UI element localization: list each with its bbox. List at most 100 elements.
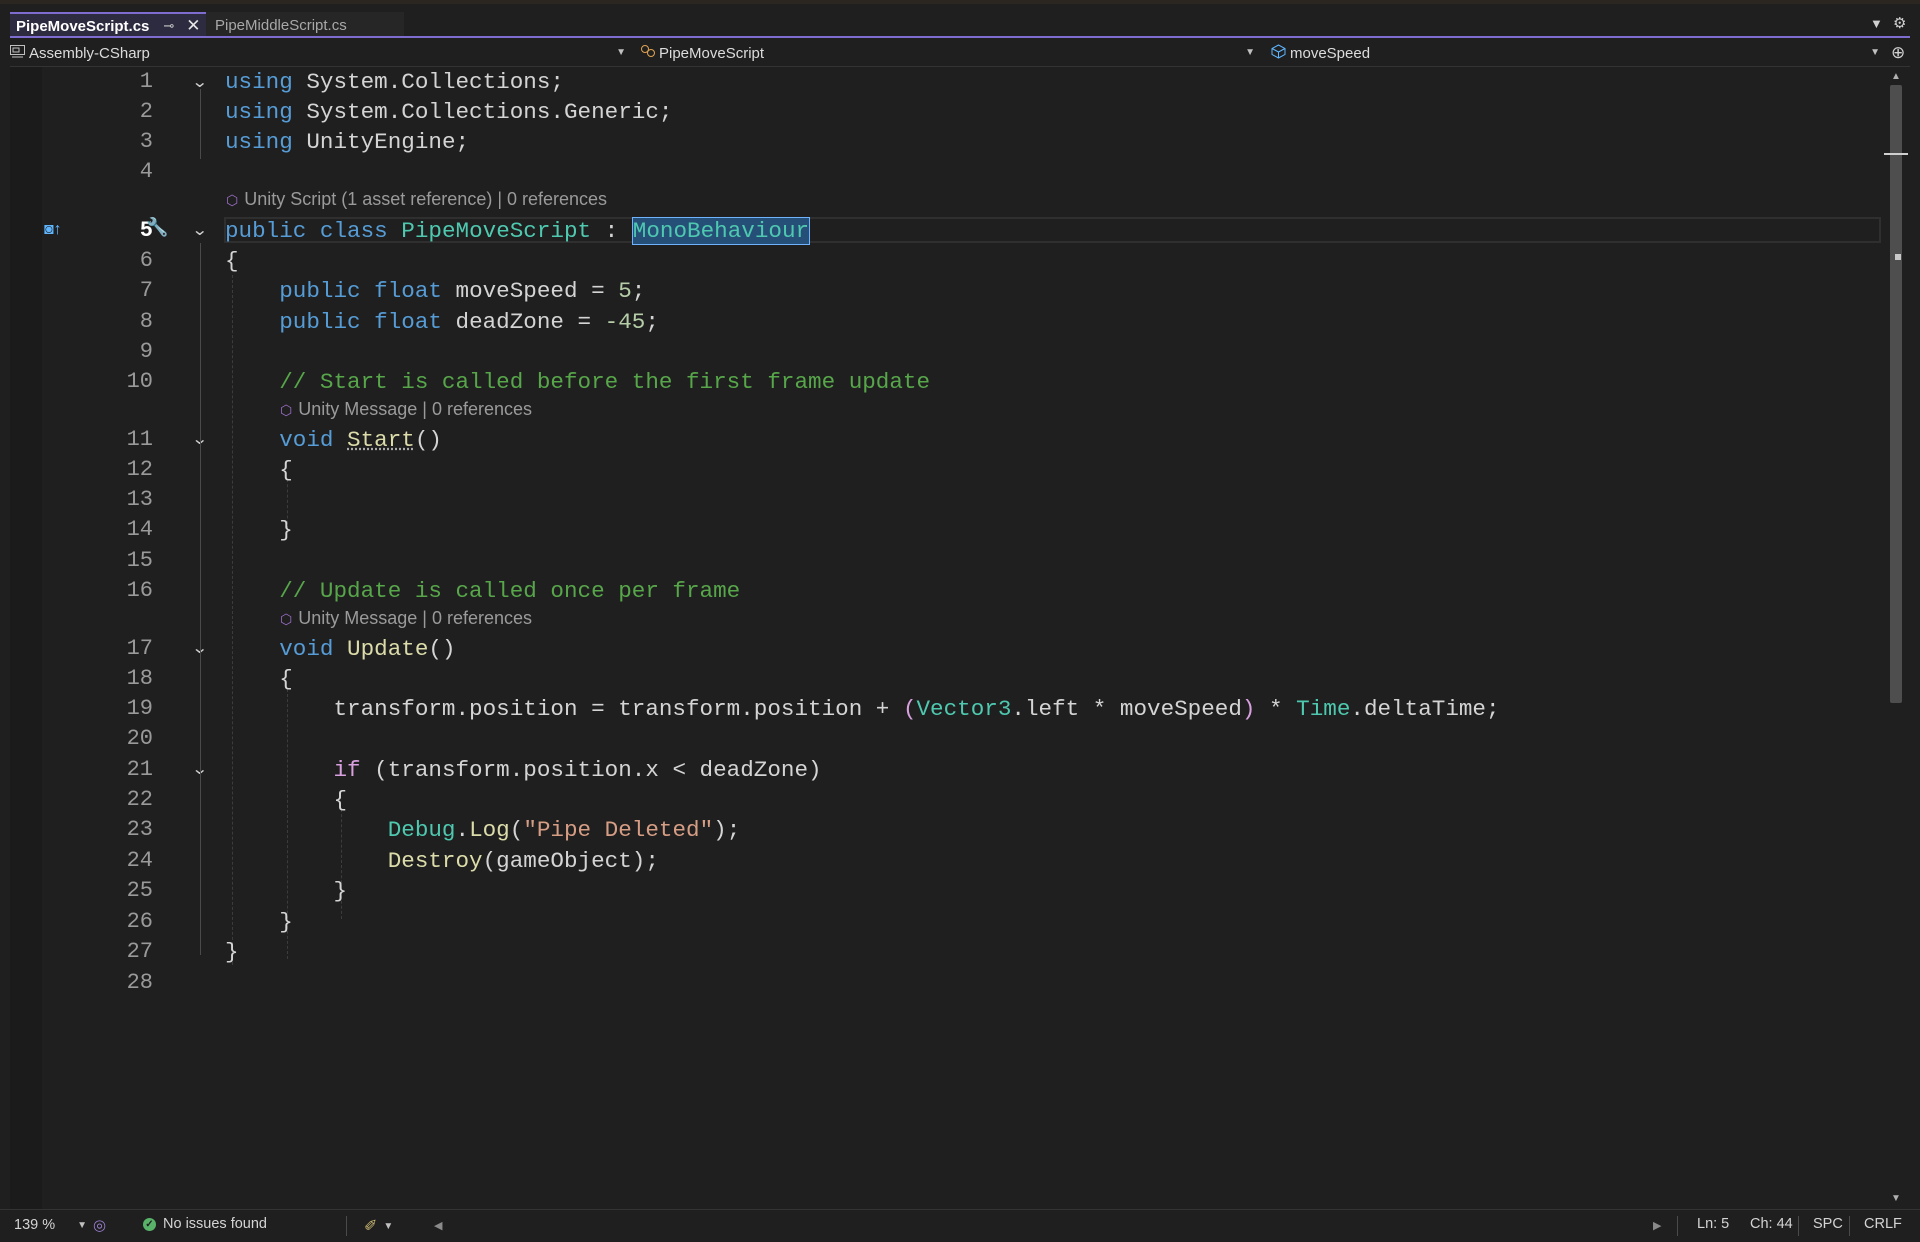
line-number: 24 [126, 848, 153, 873]
code-text: () [428, 636, 456, 662]
check-circle-icon: ✓ [143, 1217, 156, 1231]
code-line-19[interactable]: transform.position = transform.position … [225, 694, 1499, 724]
unity-cube-icon: ⬡ [226, 192, 239, 208]
type-dropdown[interactable]: PipeMoveScript ▼ [632, 40, 1261, 66]
zoom-dropdown[interactable]: 139 % ▼ ◎ [14, 1216, 106, 1234]
codelens-update[interactable]: ⬡ Unity Message | 0 references [280, 608, 532, 629]
code-text: transform.position = transform.position … [333, 696, 903, 722]
line-number: 25 [126, 878, 153, 903]
code-line-8[interactable]: public float deadZone = -45; [225, 307, 659, 337]
code-line-26[interactable]: } [225, 907, 293, 937]
line-number: 22 [126, 787, 153, 812]
chevron-down-icon: ▼ [77, 1219, 88, 1231]
line-number: 11 [126, 427, 153, 452]
line-number: 20 [126, 726, 153, 751]
code-line-7[interactable]: public float moveSpeed = 5; [225, 276, 645, 306]
fold-line [200, 660, 201, 955]
fold-line [200, 89, 201, 159]
navigation-bar: Assembly-CSharp ▼ PipeMoveScript ▼ moveS… [10, 40, 1910, 67]
scrollbar-thumb[interactable] [1890, 85, 1902, 703]
code-editor[interactable]: 1 2 3 4 5 6 7 8 9 10 11 12 13 14 15 16 1… [10, 67, 1882, 1209]
line-number: 19 [126, 696, 153, 721]
code-line-22[interactable]: { [225, 785, 347, 815]
code-text: ( [509, 817, 524, 843]
type-name: Vector3 [916, 696, 1012, 722]
scroll-down-icon[interactable]: ▼ [1891, 1193, 1901, 1204]
control-keyword: if [333, 757, 361, 783]
tab-list-dropdown-icon[interactable]: ▼ [1870, 16, 1883, 31]
char-text: Ch: 44 [1750, 1216, 1793, 1232]
code-line-21[interactable]: if (transform.position.x < deadZone) [225, 755, 821, 785]
close-icon[interactable]: ✕ [186, 16, 200, 36]
line-indicator[interactable]: Ln: 5 [1697, 1216, 1729, 1232]
class-name: PipeMoveScript [401, 218, 592, 244]
code-line-6[interactable]: { [225, 246, 239, 276]
line-number: 18 [126, 666, 153, 691]
code-line-2[interactable]: using System.Collections.Generic; [225, 97, 672, 127]
code-text: ); [713, 817, 741, 843]
code-line-16[interactable]: // Update is called once per frame [225, 576, 740, 606]
scroll-up-icon[interactable]: ▲ [1891, 71, 1901, 82]
codelens-text: Unity Message | 0 references [298, 399, 533, 419]
keyword: float [374, 278, 442, 304]
code-line-24[interactable]: Destroy(gameObject); [225, 846, 659, 876]
code-text: moveSpeed = [441, 278, 619, 304]
line-number: 1 [139, 69, 153, 94]
project-icon [10, 44, 26, 62]
line-number: 9 [139, 339, 153, 364]
keyword: using [225, 129, 293, 155]
code-line-23[interactable]: Debug.Log("Pipe Deleted"); [225, 815, 741, 845]
implements-interface-icon[interactable]: ◙↑ [44, 221, 62, 239]
member-dropdown[interactable]: moveSpeed ▼ [1261, 40, 1886, 66]
tab-label: PipeMiddleScript.cs [215, 16, 347, 34]
copilot-icon[interactable]: ◎ [93, 1216, 106, 1234]
code-cleanup-button[interactable]: ✐ ▼ [364, 1216, 393, 1236]
code-text: } [279, 517, 293, 543]
number-literal: 5 [618, 278, 632, 304]
code-line-12[interactable]: { [225, 455, 293, 485]
gear-icon[interactable]: ⚙ [1893, 14, 1906, 32]
code-line-18[interactable]: { [225, 664, 293, 694]
code-line-27[interactable]: } [225, 937, 239, 967]
code-text: .left * moveSpeed [1011, 696, 1242, 722]
code-line-11[interactable]: void Start() [225, 425, 442, 455]
code-text: ; [631, 278, 646, 304]
issues-indicator[interactable]: ✓ No issues found [143, 1216, 267, 1232]
unity-cube-icon: ⬡ [280, 402, 293, 418]
code-text: deadZone = [441, 309, 605, 335]
broom-icon: ✐ [364, 1218, 378, 1235]
codelens-start[interactable]: ⬡ Unity Message | 0 references [280, 399, 532, 420]
method-name: Destroy [387, 848, 483, 874]
whitespace-indicator[interactable]: SPC [1813, 1216, 1843, 1232]
line-number: 12 [126, 457, 153, 482]
code-line-14[interactable]: } [225, 515, 293, 545]
code-line-25[interactable]: } [225, 876, 347, 906]
code-line-17[interactable]: void Update() [225, 634, 456, 664]
vertical-scrollbar[interactable]: ▲ ▼ [1882, 67, 1910, 1209]
scroll-right-icon[interactable]: ▶ [1653, 1219, 1661, 1232]
pin-icon[interactable]: ⊸ [163, 18, 174, 34]
line-number: 14 [126, 517, 153, 542]
divider [346, 1216, 347, 1236]
tab-label: PipeMoveScript.cs [16, 17, 150, 35]
tab-pipemovescript[interactable]: PipeMoveScript.cs ⊸ ✕ [10, 12, 206, 38]
code-line-10[interactable]: // Start is called before the first fram… [225, 367, 930, 397]
zoom-level: 139 % [14, 1217, 56, 1233]
line-ending-indicator[interactable]: CRLF [1864, 1216, 1902, 1232]
screwdriver-icon[interactable]: 🔧 [146, 217, 168, 238]
scroll-left-icon[interactable]: ◀ [434, 1219, 442, 1232]
code-line-5[interactable]: public class PipeMoveScript : MonoBehavi… [225, 216, 811, 246]
code-line-3[interactable]: using UnityEngine; [225, 127, 469, 157]
paren: ) [1241, 696, 1256, 722]
char-indicator[interactable]: Ch: 44 [1750, 1216, 1793, 1232]
project-name: Assembly-CSharp [29, 44, 150, 62]
tab-pipemiddlescript[interactable]: PipeMiddleScript.cs [206, 12, 404, 38]
codelens-class[interactable]: ⬡ Unity Script (1 asset reference) | 0 re… [226, 189, 607, 210]
project-dropdown[interactable]: Assembly-CSharp ▼ [10, 40, 632, 66]
document-tab-strip: PipeMoveScript.cs ⊸ ✕ PipeMiddleScript.c… [0, 4, 1920, 38]
chevron-down-icon[interactable]: ⌄ [191, 220, 208, 240]
line-number: 17 [126, 636, 153, 661]
code-line-1[interactable]: using System.Collections; [225, 67, 564, 97]
keyword: class [319, 218, 388, 244]
split-editor-icon[interactable]: ⊕ [1891, 43, 1905, 63]
